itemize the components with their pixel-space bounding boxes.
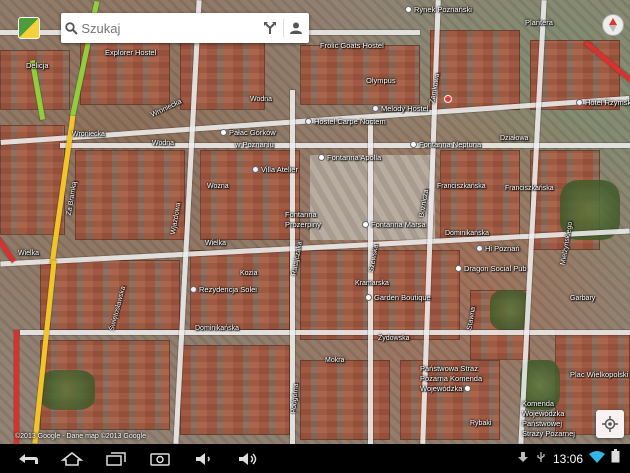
street-label: Wodna [250,96,273,103]
landmark-icon [464,385,472,392]
traffic-road [14,330,19,444]
street-label: Mokra [325,357,345,364]
poi-label[interactable]: Wojewódzka [420,384,472,393]
city-block [40,260,180,330]
street [60,143,630,148]
poi-label[interactable]: Frolic Goats Hostel [320,41,384,50]
poi-label: Komenda [522,399,555,408]
poi-label[interactable]: Pałac Górków [220,128,276,137]
status-area[interactable]: 13:06 [517,444,620,473]
poi-label: Wojewódzka [522,409,565,418]
poi-label[interactable]: Fontanna Apolla [318,153,381,162]
clock: 13:06 [552,451,583,466]
poi-label[interactable]: Melody Hostel [372,104,429,113]
battery-icon [611,449,620,468]
system-navigation-bar: 13:06 [0,444,630,473]
screenshot-icon[interactable] [138,444,182,473]
poi-label: Plac Wielkopolski [570,370,629,379]
street-label: Wroniecka [72,131,105,138]
location-marker[interactable] [444,95,452,103]
street-label: Wodna [152,140,175,147]
maps-app-icon[interactable] [18,17,40,39]
poi-label[interactable]: Hostel Carpe Noctem [305,117,386,126]
hotel-icon [190,286,197,293]
poi-label[interactable]: Rezydencja Solei [190,285,257,294]
park [40,370,95,410]
poi-label[interactable]: Olympus [366,76,396,85]
city-block [75,150,185,240]
poi-label[interactable]: Hi Poznań [476,244,520,253]
landmark-icon [318,154,325,161]
city-block [180,345,290,435]
search-icon [61,13,81,43]
street-label: Garbary [570,295,596,302]
street-label: Podgórna [290,383,300,414]
street-label: Kramarska [355,280,389,287]
landmark-icon [362,221,369,228]
poi-label: w Poznaniu [235,140,274,149]
map-copyright: ©2013 Google - Dane map ©2013 Google [15,433,146,440]
street-label: Dominikańska [195,325,239,332]
street-label: Franciszkańska [437,183,486,190]
volume-up-icon[interactable] [226,444,270,473]
poi-label[interactable]: Fontanna Marsa [362,220,426,229]
street-label: Kozia [240,270,258,277]
poi-label: Prozerpiny [285,220,321,229]
poi-label: Państwowej [522,419,563,428]
hotel-icon [576,99,583,106]
city-block [300,45,420,105]
poi-label[interactable]: Rynek Poznański [405,5,472,14]
hotel-icon [252,166,259,173]
crosshair-icon [602,416,618,432]
poi-label[interactable]: Villa Atelier [252,165,298,174]
poi-label[interactable]: Explorer Hostel [105,48,156,57]
poi-label: Straży Pożarnej [522,429,575,438]
usb-icon [535,450,547,468]
directions-icon[interactable] [257,13,282,43]
search-bar[interactable] [61,13,309,43]
street-label: Żydowska [378,335,410,342]
bar-icon [455,265,462,272]
poi-label: Fontanna [285,210,317,219]
poi-icon [405,6,412,13]
street-label: Wielka [18,250,40,257]
compass-icon[interactable] [602,14,624,36]
poi-label[interactable]: Dragon Social Pub [455,264,527,273]
hotel-icon [372,105,379,112]
street-label: Rybaki [470,420,492,427]
street-label: Franciszkańska [505,185,554,192]
poi-label: Plantera [525,18,553,27]
poi-label[interactable]: Delicja [26,61,49,70]
recent-apps-icon[interactable] [94,444,138,473]
hotel-icon [476,245,483,252]
back-icon[interactable] [6,444,50,473]
landmark-icon [220,129,227,136]
city-block [300,360,390,440]
street-label: Dominikańska [445,230,489,237]
poi-label[interactable]: Fontanna Neptuna [410,140,481,149]
download-icon [517,450,529,468]
volume-down-icon[interactable] [182,444,226,473]
street-label: Działowa [500,135,529,142]
city-block [440,150,520,240]
street-label: Wielka [205,240,227,247]
poi-label: Pożarna Komenda [420,374,483,383]
home-icon[interactable] [50,444,94,473]
shop-icon [365,294,372,301]
poi-label: Państwowa Straż [420,364,478,373]
wifi-icon [589,450,605,468]
map-view[interactable]: Rynek Poznański Plantera Explorer Hostel… [0,0,630,444]
poi-label[interactable]: Garden Boutique [365,293,431,302]
account-icon[interactable] [284,13,309,43]
street-label: Wożna [207,183,229,190]
poi-label[interactable]: Hotel Rzymski [576,98,630,107]
search-input[interactable] [81,14,258,42]
landmark-icon [410,141,417,148]
my-location-button[interactable] [596,410,624,438]
hotel-icon [305,118,312,125]
